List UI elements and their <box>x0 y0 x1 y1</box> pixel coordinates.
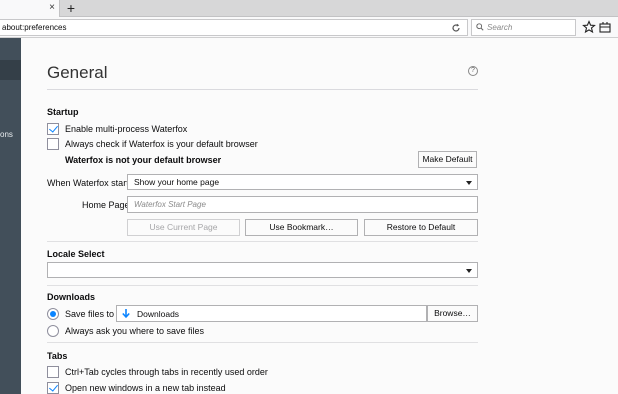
section-divider <box>47 285 478 286</box>
ctrl-tab-label: Ctrl+Tab cycles through tabs in recently… <box>65 366 268 377</box>
url-text[interactable]: about:preferences <box>2 23 67 32</box>
save-to-label: Save files to <box>65 308 115 319</box>
search-bar[interactable]: Search <box>471 19 576 36</box>
title-divider <box>47 89 478 90</box>
browse-button[interactable]: Browse… <box>427 305 478 322</box>
ask-save-radio[interactable] <box>47 324 59 337</box>
multiprocess-checkbox[interactable] <box>47 122 59 135</box>
new-windows-row[interactable]: Open new windows in a new tab instead <box>47 381 226 394</box>
help-icon[interactable]: ? <box>468 66 478 76</box>
search-placeholder: Search <box>487 23 513 32</box>
download-arrow-icon <box>122 309 130 319</box>
locale-select[interactable] <box>47 262 478 278</box>
new-windows-checkbox[interactable] <box>47 381 59 394</box>
use-current-page-button[interactable]: Use Current Page <box>127 219 240 236</box>
make-default-button[interactable]: Make Default <box>418 151 477 168</box>
tab-preferences[interactable]: × <box>0 0 60 17</box>
new-windows-label: Open new windows in a new tab instead <box>65 382 226 393</box>
section-divider <box>47 342 478 343</box>
default-check-label: Always check if Waterfox is your default… <box>65 138 258 149</box>
default-check-row[interactable]: Always check if Waterfox is your default… <box>47 137 258 150</box>
dropdown-arrow-icon <box>466 269 472 273</box>
preferences-sidebar: ons <box>0 38 21 394</box>
page-title: General <box>47 63 108 82</box>
restore-default-button[interactable]: Restore to Default <box>364 219 478 236</box>
default-check-checkbox[interactable] <box>47 137 59 150</box>
search-icon <box>476 23 484 31</box>
section-divider <box>47 241 478 242</box>
ctrl-tab-checkbox[interactable] <box>47 365 59 378</box>
multiprocess-row[interactable]: Enable multi-process Waterfox <box>47 122 187 135</box>
downloads-heading: Downloads <box>47 292 96 302</box>
ask-save-label: Always ask you where to save files <box>65 325 205 336</box>
homepage-label: Home Page: <box>82 200 133 210</box>
startup-page-value: Show your home page <box>134 177 220 187</box>
save-to-row[interactable]: Save files to <box>47 307 114 320</box>
bookmark-star-icon[interactable] <box>582 20 596 34</box>
sidebar-item-general[interactable] <box>0 60 21 80</box>
reload-icon[interactable] <box>451 23 461 33</box>
ctrl-tab-row[interactable]: Ctrl+Tab cycles through tabs in recently… <box>47 365 268 378</box>
startup-page-select[interactable]: Show your home page <box>127 174 478 190</box>
homepage-input[interactable]: Waterfox Start Page <box>127 196 478 213</box>
multiprocess-label: Enable multi-process Waterfox <box>65 123 188 134</box>
save-to-radio[interactable] <box>47 307 59 320</box>
new-tab-button[interactable]: + <box>64 0 78 17</box>
default-status-text: Waterfox is not your default browser <box>65 155 222 165</box>
download-folder-name: Downloads <box>137 309 180 319</box>
use-bookmark-button[interactable]: Use Bookmark… <box>245 219 358 236</box>
preferences-main: General ? Startup Enable multi-process W… <box>21 38 618 394</box>
sidebar-item-addons-label[interactable]: ons <box>0 130 13 139</box>
ask-save-row[interactable]: Always ask you where to save files <box>47 324 204 337</box>
locale-heading: Locale Select <box>47 249 105 259</box>
download-folder-field[interactable]: Downloads <box>116 305 427 322</box>
homepage-placeholder: Waterfox Start Page <box>134 200 206 209</box>
tabs-heading: Tabs <box>47 351 68 361</box>
url-bar[interactable]: about:preferences <box>0 19 468 36</box>
dropdown-arrow-icon <box>466 181 472 185</box>
close-tab-icon[interactable]: × <box>46 2 58 14</box>
starts-label: When Waterfox starts: <box>47 178 136 188</box>
library-icon[interactable] <box>598 20 612 34</box>
nav-bar: about:preferences Search <box>0 17 618 38</box>
tab-strip: × + <box>0 0 618 17</box>
startup-heading: Startup <box>47 107 79 117</box>
